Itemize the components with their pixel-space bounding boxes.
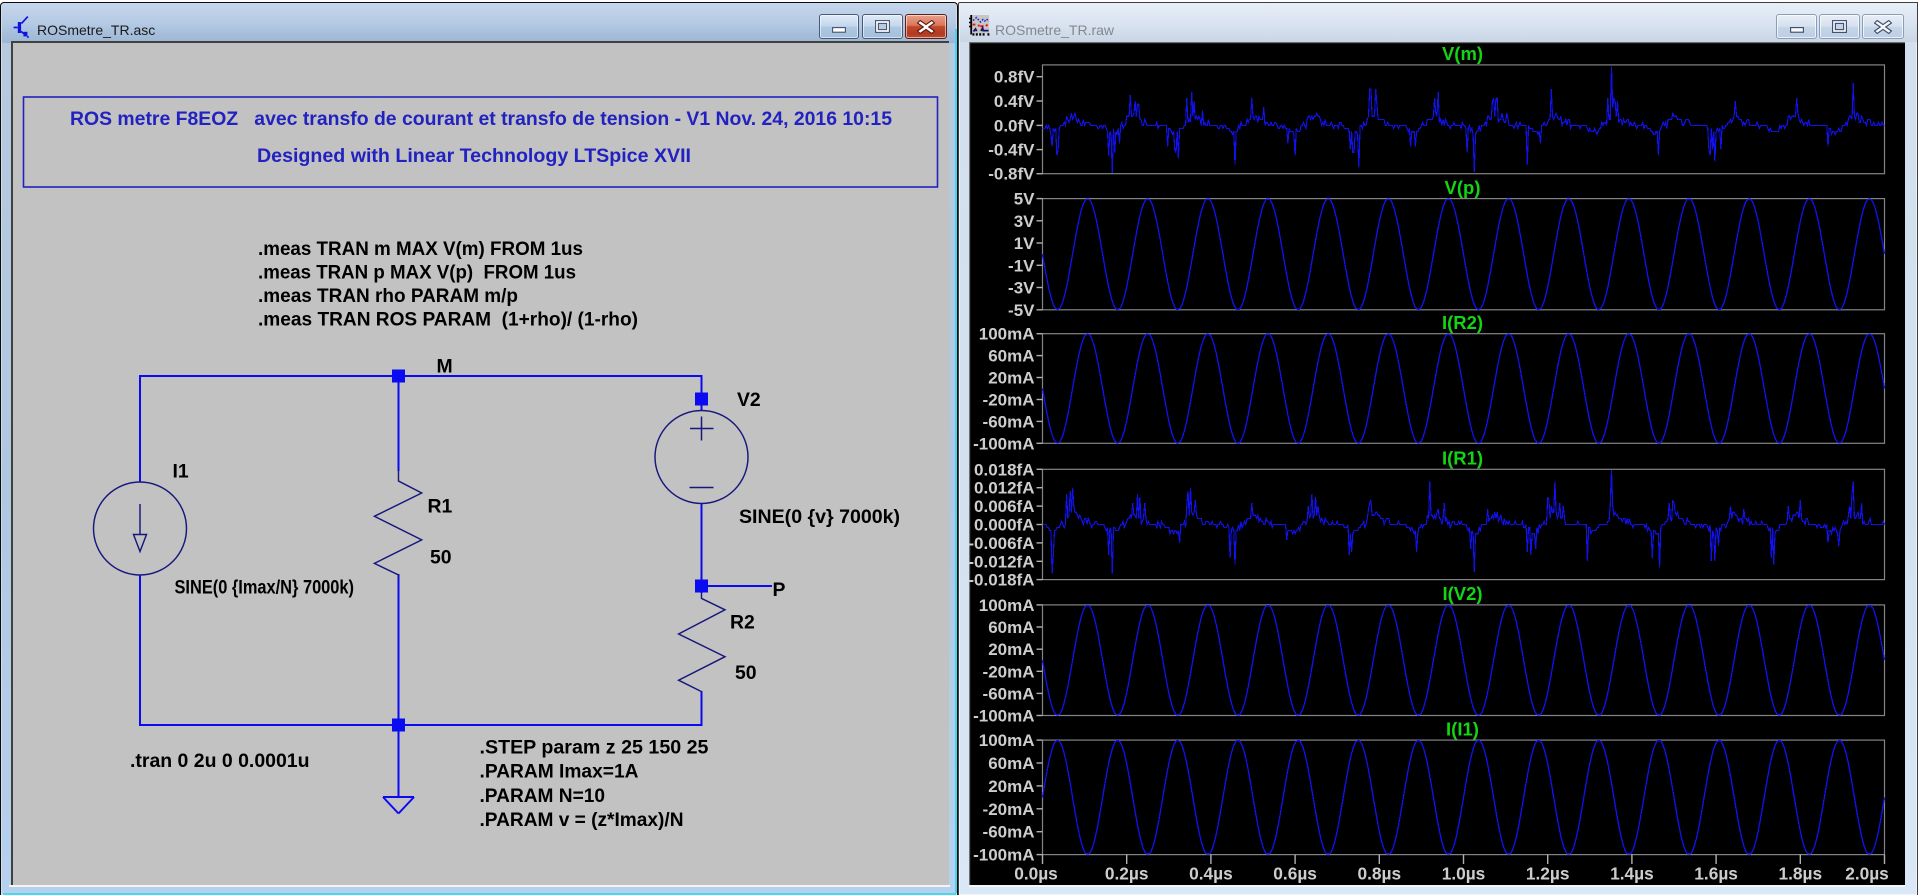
svg-text:.meas TRAN m MAX V(m) FROM 1us: .meas TRAN m MAX V(m) FROM 1us bbox=[258, 238, 583, 260]
svg-text:0.4fV: 0.4fV bbox=[994, 92, 1035, 111]
svg-text:-100mA: -100mA bbox=[973, 846, 1034, 865]
svg-text:50: 50 bbox=[735, 662, 757, 684]
svg-text:.PARAM N=10: .PARAM N=10 bbox=[480, 785, 606, 807]
svg-text:-20mA: -20mA bbox=[983, 662, 1035, 681]
svg-text:I(R1): I(R1) bbox=[1442, 448, 1483, 469]
svg-text:-60mA: -60mA bbox=[983, 823, 1035, 842]
svg-text:.meas TRAN p MAX V(p) FROM 1u: .meas TRAN p MAX V(p) FROM 1us bbox=[258, 262, 576, 284]
svg-text:2.0µs: 2.0µs bbox=[1845, 864, 1889, 884]
svg-text:0.018fA: 0.018fA bbox=[974, 460, 1034, 479]
svg-text:0.2µs: 0.2µs bbox=[1105, 864, 1149, 884]
svg-text:.PARAM v = (z*Imax)/N: .PARAM v = (z*Imax)/N bbox=[480, 809, 684, 831]
svg-text:SINE(0 {Imax/N} 7000k): SINE(0 {Imax/N} 7000k) bbox=[175, 577, 355, 599]
svg-text:.PARAM Imax=1A: .PARAM Imax=1A bbox=[480, 761, 639, 783]
svg-text:P: P bbox=[773, 579, 786, 601]
svg-text:-0.018fA: -0.018fA bbox=[969, 571, 1035, 590]
svg-text:0.006fA: 0.006fA bbox=[974, 497, 1034, 516]
svg-text:-20mA: -20mA bbox=[983, 800, 1035, 819]
svg-text:I(I1): I(I1) bbox=[1446, 718, 1479, 739]
svg-text:60mA: 60mA bbox=[988, 754, 1034, 773]
svg-text:Designed with Linear Technolog: Designed with Linear Technology LTSpice … bbox=[257, 145, 691, 167]
svg-text:1.2µs: 1.2µs bbox=[1526, 864, 1570, 884]
svg-text:I(R2): I(R2) bbox=[1442, 312, 1483, 333]
svg-text:0.0fV: 0.0fV bbox=[994, 116, 1035, 135]
svg-text:V(p): V(p) bbox=[1445, 177, 1481, 198]
svg-text:0.0µs: 0.0µs bbox=[1014, 864, 1058, 884]
svg-text:-0.012fA: -0.012fA bbox=[969, 552, 1035, 571]
svg-text:100mA: 100mA bbox=[979, 596, 1035, 615]
svg-text:1.0µs: 1.0µs bbox=[1442, 864, 1486, 884]
svg-text:-60mA: -60mA bbox=[983, 412, 1035, 431]
svg-text:.tran 0 2u 0 0.0001u: .tran 0 2u 0 0.0001u bbox=[130, 750, 310, 772]
svg-text:.STEP param z 25 150 25: .STEP param z 25 150 25 bbox=[480, 737, 709, 759]
svg-text:20mA: 20mA bbox=[988, 777, 1034, 796]
svg-text:M: M bbox=[437, 356, 453, 378]
svg-text:0.000fA: 0.000fA bbox=[974, 516, 1034, 535]
svg-text:.meas TRAN ROS PARAM (1+rho)/: .meas TRAN ROS PARAM (1+rho)/ (1-rho) bbox=[258, 309, 638, 331]
svg-text:0.8µs: 0.8µs bbox=[1358, 864, 1402, 884]
svg-text:0.012fA: 0.012fA bbox=[974, 479, 1034, 498]
svg-text:3V: 3V bbox=[1014, 212, 1035, 231]
svg-text:1.4µs: 1.4µs bbox=[1610, 864, 1654, 884]
svg-text:ROS metre F8EOZ avec transfo: ROS metre F8EOZ avec transfo de courant … bbox=[70, 108, 892, 130]
svg-text:V2: V2 bbox=[737, 389, 761, 411]
svg-text:60mA: 60mA bbox=[988, 347, 1034, 366]
svg-text:60mA: 60mA bbox=[988, 618, 1034, 637]
svg-text:50: 50 bbox=[430, 547, 452, 569]
svg-text:0.6µs: 0.6µs bbox=[1273, 864, 1317, 884]
svg-text:1V: 1V bbox=[1014, 234, 1035, 253]
svg-text:100mA: 100mA bbox=[979, 731, 1035, 750]
svg-text:V(m): V(m) bbox=[1442, 43, 1483, 64]
svg-text:SINE(0 {v} 7000k): SINE(0 {v} 7000k) bbox=[739, 506, 900, 528]
svg-text:5V: 5V bbox=[1014, 190, 1035, 209]
svg-text:-20mA: -20mA bbox=[983, 391, 1035, 410]
svg-text:20mA: 20mA bbox=[988, 640, 1034, 659]
svg-text:-60mA: -60mA bbox=[983, 684, 1035, 703]
svg-text:1.6µs: 1.6µs bbox=[1694, 864, 1738, 884]
svg-text:20mA: 20mA bbox=[988, 369, 1034, 388]
svg-text:R1: R1 bbox=[428, 496, 453, 518]
svg-text:-1V: -1V bbox=[1008, 256, 1035, 275]
svg-text:1.8µs: 1.8µs bbox=[1779, 864, 1823, 884]
svg-text:-5V: -5V bbox=[1008, 301, 1035, 320]
svg-text:-0.8fV: -0.8fV bbox=[988, 165, 1035, 184]
svg-text:I(V2): I(V2) bbox=[1442, 583, 1482, 604]
svg-text:-0.006fA: -0.006fA bbox=[969, 534, 1035, 553]
svg-text:0.4µs: 0.4µs bbox=[1189, 864, 1233, 884]
svg-text:-100mA: -100mA bbox=[973, 707, 1034, 726]
svg-text:-3V: -3V bbox=[1008, 279, 1035, 298]
svg-text:R2: R2 bbox=[730, 612, 755, 634]
svg-text:.meas TRAN rho PARAM m/p: .meas TRAN rho PARAM m/p bbox=[258, 285, 518, 307]
svg-text:-100mA: -100mA bbox=[973, 434, 1034, 453]
svg-text:-0.4fV: -0.4fV bbox=[988, 141, 1035, 160]
svg-text:100mA: 100mA bbox=[979, 325, 1035, 344]
svg-text:I1: I1 bbox=[173, 461, 189, 483]
svg-text:0.8fV: 0.8fV bbox=[994, 68, 1035, 87]
